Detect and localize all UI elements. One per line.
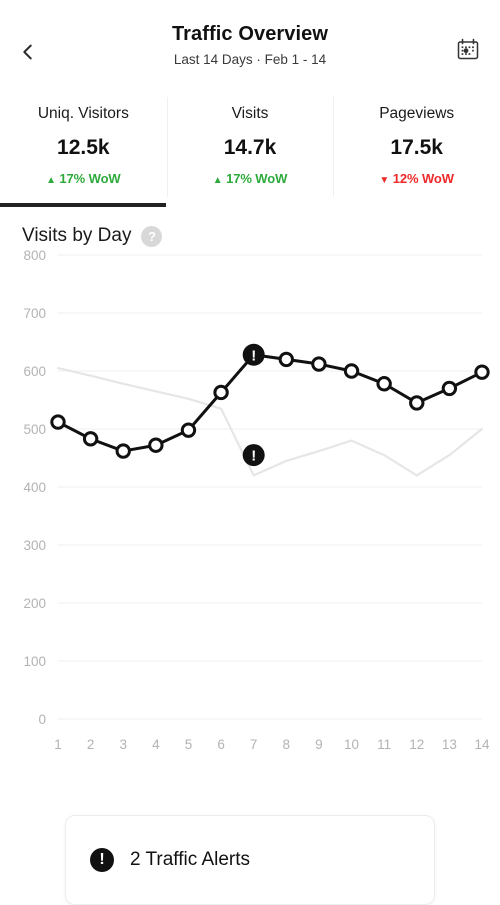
x-axis-tick-label: 13 [442, 737, 457, 752]
stat-label: Visits [231, 105, 269, 122]
stat-delta: ▼ 12% WoW [379, 171, 454, 186]
x-axis-tick-label: 9 [315, 737, 323, 752]
chart-header: Visits by Day ? [0, 207, 500, 247]
data-point-marker[interactable] [343, 363, 360, 379]
stat-card-visits[interactable]: Visits 14.7k ▲ 17% WoW [166, 95, 334, 207]
stat-value: 12.5k [57, 135, 110, 159]
data-point-marker[interactable] [82, 431, 99, 447]
x-axis-tick-label: 7 [250, 737, 258, 752]
alert-exclamation-glyph: ! [251, 347, 256, 364]
x-axis-tick-label: 14 [474, 737, 490, 752]
chart-canvas: 01002003004005006007008001 2 3 4 5 6 7 8 9 10 11 12… [23, 248, 490, 752]
stat-card-pageviews[interactable]: Pageviews 17.5k ▼ 12% WoW [333, 95, 500, 207]
stat-delta-text: 17% WoW [59, 170, 121, 186]
chart-title: Visits by Day [22, 225, 132, 246]
stat-value: 14.7k [223, 135, 277, 159]
alert-exclamation-glyph: ! [251, 448, 256, 465]
x-axis-tick-label: 11 [377, 737, 391, 752]
stat-value: 17.5k [390, 135, 443, 159]
traffic-alerts-card[interactable]: ! 2 Traffic Alerts [65, 815, 435, 905]
x-axis-tick-label: 10 [344, 737, 359, 752]
trend-down-icon: ▼ [379, 174, 390, 186]
x-axis-tick-label: 2 [87, 737, 95, 752]
stat-delta: ▲ 17% WoW [213, 171, 288, 186]
data-point-marker[interactable] [148, 437, 164, 453]
page-subtitle: Last 14 Days · Feb 1 - 14 [173, 52, 327, 67]
data-point-marker[interactable] [115, 443, 131, 459]
y-axis-tick-label: 0 [38, 712, 46, 727]
trend-up-icon: ▲ [212, 174, 223, 186]
x-axis-tick-label: 4 [152, 737, 160, 752]
data-point-marker[interactable] [474, 364, 490, 380]
y-axis-tick-label: 800 [23, 248, 46, 263]
y-axis-tick-label: 300 [23, 538, 46, 553]
page-header: Traffic Overview Last 14 Days · Feb 1 - … [0, 0, 500, 95]
date-range-button[interactable] [448, 30, 488, 70]
stat-label: Pageviews [379, 105, 455, 122]
summary-stats-row: Uniq. Visitors 12.5k ▲ 17% WoW Visits 14… [0, 95, 500, 207]
header-title-group: Traffic Overview Last 14 Days · Feb 1 - … [172, 22, 328, 68]
series-line-previous-period [56, 366, 484, 477]
back-button[interactable] [8, 32, 48, 72]
active-tab-indicator [0, 203, 166, 207]
data-point-marker[interactable] [441, 380, 458, 397]
y-axis-tick-label: 100 [23, 654, 46, 669]
chevron-left-icon [23, 44, 32, 60]
y-axis-tick-label: 400 [23, 480, 46, 495]
data-point-marker[interactable] [213, 384, 229, 401]
x-axis-tick-label: 5 [185, 737, 193, 752]
calendar-icon [457, 38, 479, 60]
x-axis-tick-label: 1 [54, 737, 62, 752]
stat-label: Uniq. Visitors [37, 105, 129, 122]
data-point-marker[interactable] [278, 351, 295, 368]
y-axis-tick-label: 500 [23, 422, 46, 437]
x-axis-tick-label: 6 [217, 737, 225, 752]
data-point-marker[interactable] [409, 395, 425, 411]
y-axis-tick-label: 700 [23, 306, 46, 321]
stat-delta-text: 17% WoW [226, 170, 288, 186]
data-point-marker[interactable] [311, 356, 327, 372]
help-circle-icon[interactable]: ? [141, 225, 163, 247]
data-point-marker[interactable] [180, 422, 197, 438]
y-axis-tick-label: 600 [23, 364, 46, 379]
x-axis-tick-label: 8 [283, 737, 291, 752]
visits-by-day-chart: 0 100 200 300 400 500 600 700 800 1 2 3 4 5 6 7 8 9 10 11 12… [0, 247, 500, 787]
y-axis-tick-label: 200 [23, 596, 46, 611]
x-axis-tick-label: 12 [409, 737, 424, 752]
alert-exclamation-icon: ! [90, 848, 114, 872]
data-point-marker[interactable] [376, 376, 392, 392]
data-point-marker[interactable] [50, 414, 66, 430]
stat-delta-text: 12% WoW [392, 170, 454, 186]
trend-up-icon: ▲ [46, 174, 56, 186]
alerts-card-label: 2 Traffic Alerts [130, 849, 251, 870]
stat-delta: ▲ 17% WoW [46, 171, 121, 186]
stat-card-uniq-visitors[interactable]: Uniq. Visitors 12.5k ▲ 17% WoW [0, 95, 167, 207]
page-title: Traffic Overview [171, 23, 329, 45]
x-axis-tick-label: 3 [119, 737, 127, 752]
